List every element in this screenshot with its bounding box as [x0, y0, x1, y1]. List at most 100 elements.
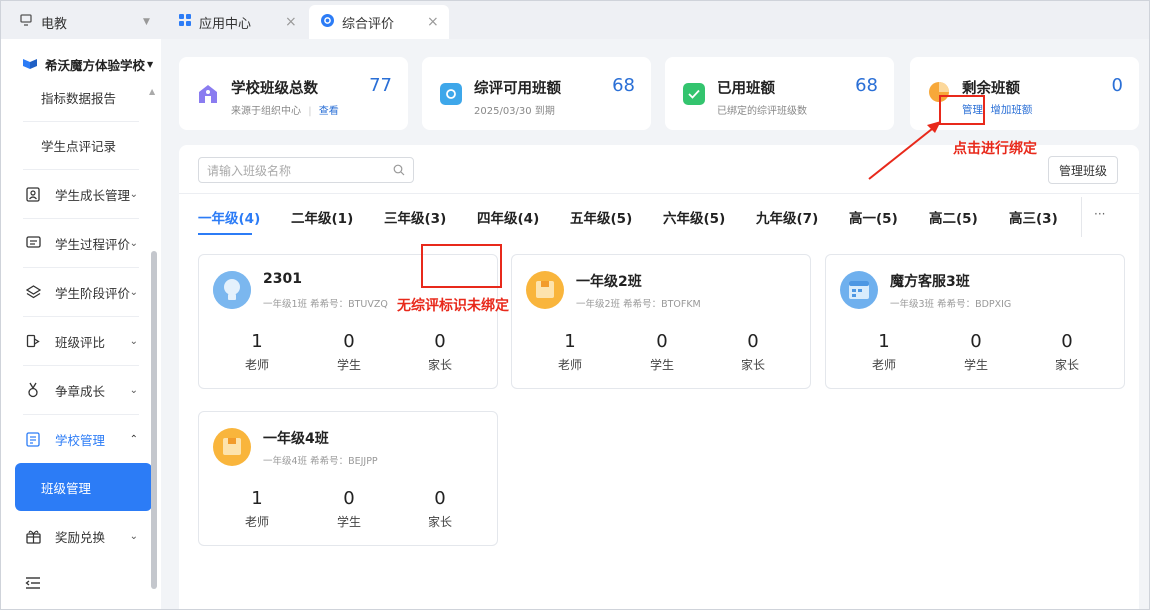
sidebar-item-stage-eval[interactable]: 学生阶段评价 ⌄: [15, 268, 152, 316]
stat-source-text: 来源于组织中心: [231, 106, 301, 117]
school-logo-icon: [23, 57, 37, 72]
sidebar-item-growth[interactable]: 学生成长管理 ⌄: [15, 170, 152, 218]
parent-count: 0: [434, 331, 446, 352]
sidebar-item-label: 学生阶段评价: [55, 285, 131, 301]
tab-app-center[interactable]: 应用中心 ×: [179, 5, 299, 39]
tab-grade-2[interactable]: 二年级(1): [291, 207, 353, 227]
chevron-up-icon: ⌃: [129, 433, 138, 445]
sidebar-item-reward-exchange[interactable]: 奖励兑换 ⌄: [15, 512, 152, 560]
lightbulb-icon: [213, 271, 251, 309]
close-icon[interactable]: ×: [427, 14, 439, 30]
sidebar-item-label: 学生点评记录: [41, 138, 117, 154]
tab-senior-3[interactable]: 高三(3): [1009, 207, 1058, 227]
stat-card-used-quota: 已用班额 已绑定的综评班级数 68: [665, 57, 894, 130]
stat-title: 已用班额: [717, 81, 775, 97]
teacher-label: 老师: [244, 358, 269, 372]
tab-grade-1[interactable]: 一年级(4): [198, 207, 260, 227]
teacher-label: 老师: [557, 358, 582, 372]
student-label: 学生: [963, 358, 988, 372]
calculator-icon: [840, 271, 878, 309]
student-count: 0: [343, 488, 355, 509]
chevron-down-icon[interactable]: ▼: [143, 17, 150, 27]
parent-label: 家长: [427, 358, 452, 372]
tab-grade-9[interactable]: 九年级(7): [756, 207, 818, 227]
sidebar-item-label: 学生成长管理: [55, 187, 131, 203]
app-window: 电教 ▼ 应用中心 × 综合评价 × 希沃魔方体验学校 ▼ ▲ 指标数据报告 学…: [0, 0, 1150, 610]
stat-card-available-quota: 综评可用班额 2025/03/30 到期 68: [422, 57, 651, 130]
caret-down-icon: ▼: [147, 60, 154, 69]
school-name: 希沃魔方体验学校: [45, 58, 146, 73]
stat-subtitle: 已绑定的综评班级数: [717, 106, 807, 117]
class-card[interactable]: 一年级4班 一年级4班 希希号：BEJJPP 1 0 0 老师 学生 家长: [198, 411, 498, 546]
sidebar-item-class-manage[interactable]: 班级管理: [15, 463, 152, 511]
chevron-down-icon: ⌄: [129, 237, 138, 249]
parent-label: 家长: [740, 358, 765, 372]
school-selector[interactable]: 希沃魔方体验学校 ▼: [23, 55, 153, 74]
teacher-count: 1: [251, 488, 263, 509]
class-name: 2301: [263, 271, 302, 287]
sidebar-item-class-compare[interactable]: 班级评比 ⌄: [15, 317, 152, 365]
app-badge-icon: [440, 83, 462, 105]
tab-grade-6[interactable]: 六年级(5): [663, 207, 725, 227]
add-quota-link[interactable]: 增加班额: [990, 104, 1032, 116]
collapse-menu-icon[interactable]: [25, 575, 41, 594]
search-icon[interactable]: [393, 164, 405, 179]
teacher-count: 1: [564, 331, 576, 352]
tab-grade-5[interactable]: 五年级(5): [570, 207, 632, 227]
student-count: 0: [656, 331, 668, 352]
search-placeholder: 请输入班级名称: [207, 163, 292, 178]
manage-classes-button[interactable]: 管理班级: [1048, 156, 1118, 184]
student-count: 0: [970, 331, 982, 352]
sidebar-item-label: 班级评比: [55, 334, 106, 350]
close-icon[interactable]: ×: [285, 14, 297, 30]
tab-senior-1[interactable]: 高一(5): [849, 207, 898, 227]
class-name: 一年级4班: [263, 431, 329, 447]
check-icon: [683, 83, 705, 105]
tab-senior-2[interactable]: 高二(5): [929, 207, 978, 227]
parent-count: 0: [434, 488, 446, 509]
sidebar-item-school-manage[interactable]: 学校管理 ⌃: [15, 415, 152, 463]
student-count: 0: [343, 331, 355, 352]
class-card[interactable]: 魔方客服3班 一年级3班 希希号：BDPXIG 1 0 0 老师 学生 家长: [825, 254, 1125, 389]
sidebar-scrollbar[interactable]: [151, 251, 157, 589]
annotation-no-mark: 无综评标识未绑定: [397, 298, 509, 314]
tab-dianjiao[interactable]: 电教 ▼: [19, 5, 159, 39]
teacher-label: 老师: [871, 358, 896, 372]
stat-card-total-classes: 学校班级总数 来源于组织中心 | 查看 77: [179, 57, 408, 130]
app-logo-icon: [321, 13, 334, 31]
view-link[interactable]: 查看: [319, 106, 339, 117]
stat-value: 0: [1111, 75, 1123, 96]
school-building-icon: [197, 83, 219, 105]
tab-label: 电教: [41, 16, 68, 32]
stat-title: 学校班级总数: [231, 81, 318, 97]
sidebar-item-badge-growth[interactable]: 争章成长 ⌄: [15, 366, 152, 414]
annotation-click-bind: 点击进行绑定: [953, 141, 1037, 157]
chevron-down-icon: ⌄: [129, 530, 138, 542]
class-name: 一年级2班: [576, 274, 642, 290]
book-icon: [213, 428, 251, 466]
tab-label: 综合评价: [342, 16, 395, 32]
chevron-down-icon: ⌄: [129, 286, 138, 298]
parent-count: 0: [747, 331, 759, 352]
class-meta: 一年级4班 希希号：BEJJPP: [263, 456, 378, 467]
class-meta: 一年级2班 希希号：BTOFKM: [576, 299, 701, 310]
sidebar-item-student-comments[interactable]: 学生点评记录: [15, 121, 152, 169]
student-label: 学生: [336, 358, 361, 372]
book-icon: [526, 271, 564, 309]
class-card[interactable]: 一年级2班 一年级2班 希希号：BTOFKM 1 0 0 老师 学生 家长: [511, 254, 811, 389]
tab-bar: 电教 ▼ 应用中心 × 综合评价 ×: [1, 1, 1149, 39]
search-input[interactable]: 请输入班级名称: [198, 157, 414, 183]
more-grades-button[interactable]: ···: [1094, 207, 1105, 221]
tab-comprehensive-eval[interactable]: 综合评价 ×: [309, 5, 449, 39]
class-meta: 一年级1班 希希号：BTUVZQ: [263, 299, 388, 310]
grid-icon: [179, 14, 191, 30]
tab-grade-3[interactable]: 三年级(3): [384, 207, 446, 227]
sidebar-item-indicator-report[interactable]: 指标数据报告: [15, 73, 152, 121]
chevron-down-icon: ⌄: [129, 335, 138, 347]
student-label: 学生: [336, 515, 361, 529]
tab-grade-4[interactable]: 四年级(4): [477, 207, 539, 227]
teacher-label: 老师: [244, 515, 269, 529]
sidebar-item-process-eval[interactable]: 学生过程评价 ⌄: [15, 219, 152, 267]
stat-subtitle: 来源于组织中心 | 查看: [231, 106, 339, 117]
stat-value: 68: [612, 75, 635, 96]
